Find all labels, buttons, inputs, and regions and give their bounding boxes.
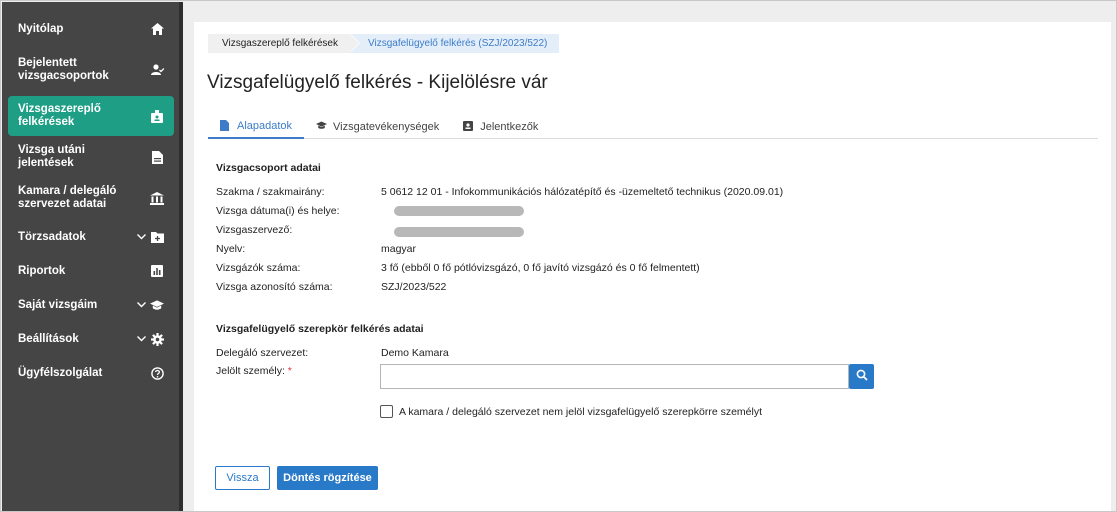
document-icon bbox=[220, 120, 231, 131]
sidebar-item-master-data[interactable]: Törzsadatok bbox=[8, 224, 174, 250]
chevron-down-icon bbox=[136, 300, 146, 310]
graduation-cap-icon bbox=[316, 121, 328, 132]
field-value: 3 fő (ebből 0 fő pótlóvizsgázó, 0 fő jav… bbox=[381, 262, 700, 274]
page-title: Vizsgafelügyelő felkérés - Kijelölésre v… bbox=[207, 72, 548, 93]
row-exam-date-place: Vizsga dátuma(i) és helye: bbox=[216, 205, 916, 218]
graduation-cap-icon bbox=[150, 298, 164, 312]
chevron-down-icon bbox=[136, 334, 146, 344]
search-button[interactable] bbox=[849, 364, 874, 389]
sidebar-item-label: Beállítások bbox=[18, 332, 79, 345]
sidebar-item-support[interactable]: Ügyfélszolgálat bbox=[8, 360, 174, 386]
field-value: Demo Kamara bbox=[381, 347, 449, 359]
folder-icon bbox=[150, 230, 164, 244]
nominee-search-input[interactable] bbox=[380, 364, 849, 389]
sidebar-item-home[interactable]: Nyitólap bbox=[8, 16, 174, 42]
field-label: Vizsga azonosító száma: bbox=[216, 281, 333, 293]
required-mark: * bbox=[287, 365, 292, 377]
field-label: Nyelv: bbox=[216, 243, 246, 255]
field-value: SZJ/2023/522 bbox=[381, 281, 447, 293]
sidebar-item-label: Riportok bbox=[18, 264, 66, 277]
sidebar-item-chamber-data[interactable]: Kamara / delegáló szervezet adatai bbox=[8, 178, 174, 218]
back-button[interactable]: Vissza bbox=[215, 466, 270, 490]
gear-icon bbox=[150, 332, 164, 346]
main-panel: Vizsgaszereplő felkérések Vizsgafelügyel… bbox=[194, 22, 1111, 511]
sidebar-item-reports[interactable]: Riportok bbox=[8, 258, 174, 284]
tab-applicants[interactable]: Jelentkezők bbox=[451, 114, 550, 139]
section-title-group: Vizsgacsoport adatai bbox=[216, 162, 321, 174]
tab-exam-activities[interactable]: Vizsgatevékenységek bbox=[304, 114, 451, 139]
sidebar-item-label: Vizsgaszereplő felkérések bbox=[18, 103, 101, 128]
no-nominee-option: A kamara / delegáló szervezet nem jelöl … bbox=[380, 405, 762, 418]
section-title-request: Vizsgafelügyelő szerepkör felkérés adata… bbox=[216, 323, 424, 335]
chart-icon bbox=[150, 264, 164, 278]
no-nominee-label[interactable]: A kamara / delegáló szervezet nem jelöl … bbox=[399, 406, 762, 418]
row-language: Nyelv: magyar bbox=[216, 243, 916, 256]
search-icon bbox=[856, 368, 868, 386]
sidebar-item-registered-groups[interactable]: Bejelentett vizsgacsoportok bbox=[8, 50, 174, 90]
user-check-icon bbox=[150, 63, 164, 77]
tab-bar: Alapadatok Vizsgatevékenységek Jelentkez… bbox=[208, 114, 1098, 139]
tab-basic-data[interactable]: Alapadatok bbox=[208, 114, 305, 139]
row-organizer: Vizsgaszervező: bbox=[216, 224, 916, 237]
tab-label: Alapadatok bbox=[237, 119, 293, 132]
sidebar-item-settings[interactable]: Beállítások bbox=[8, 326, 174, 352]
field-label: Vizsgázók száma: bbox=[216, 262, 301, 274]
field-value: 5 0612 12 01 - Infokommunikációs hálózat… bbox=[381, 186, 784, 198]
row-candidate-count: Vizsgázók száma: 3 fő (ebből 0 fő pótlóv… bbox=[216, 262, 916, 275]
sidebar-item-post-exam-reports[interactable]: Vizsga utáni jelentések bbox=[8, 144, 174, 170]
sidebar-item-label: Nyitólap bbox=[18, 22, 64, 35]
tab-label: Jelentkezők bbox=[480, 120, 539, 133]
app-frame: Nyitólap Bejelentett vizsgacsoportok Viz… bbox=[0, 0, 1117, 512]
sidebar: Nyitólap Bejelentett vizsgacsoportok Viz… bbox=[2, 2, 183, 511]
breadcrumb: Vizsgaszereplő felkérések Vizsgafelügyel… bbox=[208, 34, 560, 53]
row-exam-id: Vizsga azonosító száma: SZJ/2023/522 bbox=[216, 281, 916, 294]
row-delegating-org: Delegáló szervezet: Demo Kamara bbox=[216, 347, 916, 360]
sidebar-item-label: Kamara / delegáló szervezet adatai bbox=[18, 185, 117, 210]
id-badge-icon bbox=[150, 109, 164, 123]
sidebar-item-requests[interactable]: Vizsgaszereplő felkérések bbox=[8, 96, 174, 136]
field-label: Delegáló szervezet: bbox=[216, 347, 309, 359]
sidebar-item-label: Törzsadatok bbox=[18, 230, 86, 243]
id-card-icon bbox=[463, 121, 474, 132]
breadcrumb-item-requests[interactable]: Vizsgaszereplő felkérések bbox=[208, 34, 360, 53]
home-icon bbox=[150, 22, 164, 36]
field-label: Vizsga dátuma(i) és helye: bbox=[216, 205, 340, 217]
sidebar-item-label: Saját vizsgáim bbox=[18, 298, 98, 311]
sidebar-item-label: Ügyfélszolgálat bbox=[18, 366, 103, 379]
field-label: Vizsgaszervező: bbox=[216, 224, 293, 236]
chevron-down-icon bbox=[136, 232, 146, 242]
save-decision-button[interactable]: Döntés rögzítése bbox=[277, 466, 378, 490]
file-icon bbox=[150, 150, 164, 164]
row-nominee-label: Jelölt személy: * bbox=[216, 365, 376, 378]
redacted-value bbox=[394, 227, 524, 237]
field-label: Szakma / szakmairány: bbox=[216, 186, 325, 198]
field-label: Jelölt személy: bbox=[216, 365, 285, 377]
tab-label: Vizsgatevékenységek bbox=[333, 120, 440, 133]
sidebar-item-label: Bejelentett vizsgacsoportok bbox=[18, 57, 109, 82]
redacted-value bbox=[394, 206, 524, 216]
row-profession: Szakma / szakmairány: 5 0612 12 01 - Inf… bbox=[216, 186, 916, 199]
no-nominee-checkbox[interactable] bbox=[380, 405, 393, 418]
field-value: magyar bbox=[381, 243, 417, 255]
help-icon bbox=[150, 366, 164, 380]
breadcrumb-item-current: Vizsgafelügyelő felkérés (SZJ/2023/522) bbox=[350, 34, 560, 53]
sidebar-item-label: Vizsga utáni jelentések bbox=[18, 144, 85, 169]
institution-icon bbox=[150, 191, 164, 205]
sidebar-item-my-exams[interactable]: Saját vizsgáim bbox=[8, 292, 174, 318]
